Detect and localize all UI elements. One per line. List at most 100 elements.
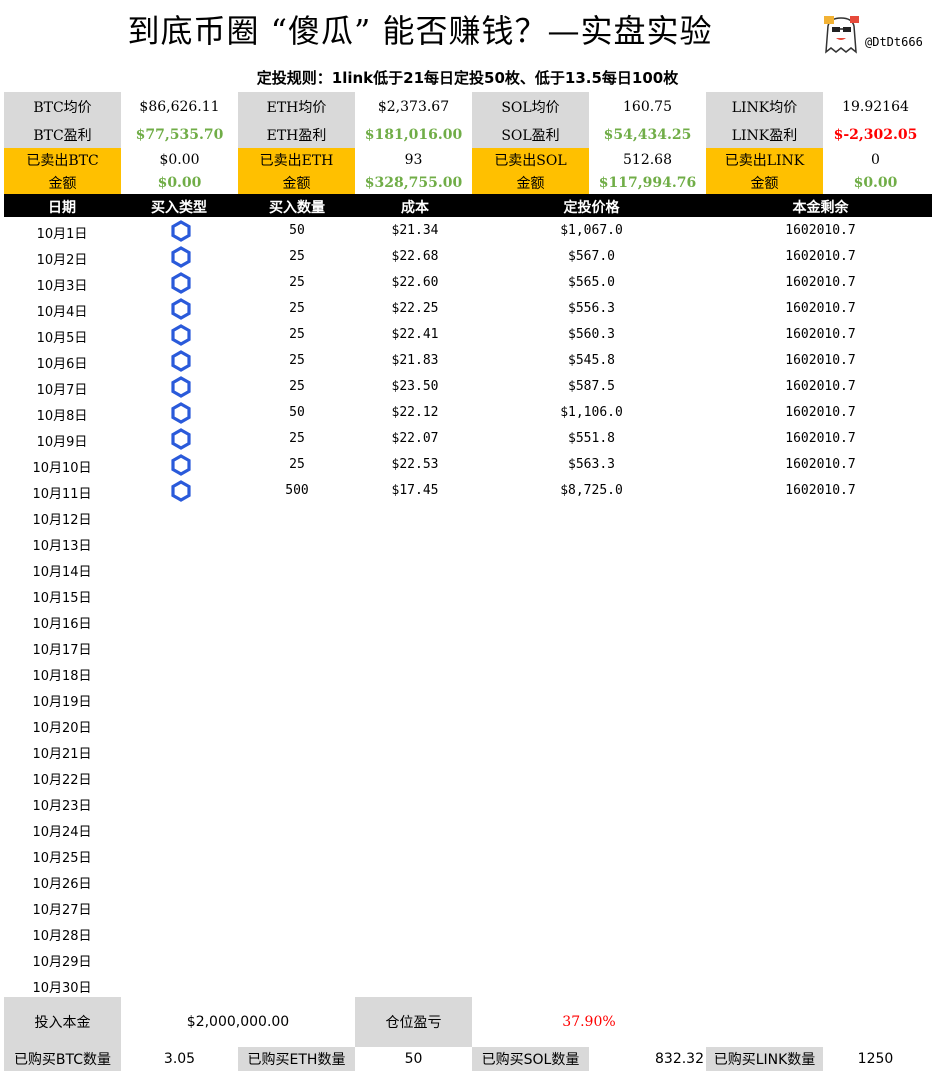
- eth-bought-label: 已购买ETH数量: [238, 1047, 355, 1071]
- eth-sold-value: 93: [404, 152, 423, 168]
- row-price: $560.3: [568, 327, 615, 342]
- table-row: 10月6日 25 $21.83 $545.8 1602010.7: [4, 348, 932, 374]
- sol-avg-value: 160.75: [623, 98, 672, 115]
- table-row: 10月2日 25 $22.68 $567.0 1602010.7: [4, 244, 932, 270]
- table-row: 10月25日: [4, 842, 932, 868]
- sol-avg-label: SOL均价: [472, 92, 589, 121]
- chainlink-icon: [171, 376, 191, 398]
- row-price: $551.8: [568, 431, 615, 446]
- sol-bought-value: 832.32: [655, 1051, 704, 1067]
- row-date: 10月13日: [32, 539, 92, 554]
- eth-amount-value: $328,755.00: [364, 175, 463, 191]
- row-qty: 25: [289, 249, 305, 264]
- header-date: 日期: [48, 200, 76, 216]
- row-date: 10月20日: [32, 721, 92, 736]
- purchased-table: 已购买BTC数量 3.05 已购买ETH数量 50 已购买SOL数量 832.3…: [4, 1047, 928, 1071]
- table-body: 10月1日 50 $21.34 $1,067.0 1602010.7 10月2日 25 $22…: [4, 218, 932, 998]
- link-sold-label: 已卖出LINK: [706, 148, 823, 172]
- row-price: $1,067.0: [560, 223, 623, 238]
- table-row: 10月20日: [4, 712, 932, 738]
- table-row: 10月26日: [4, 868, 932, 894]
- pnl-label: 仓位盈亏: [355, 997, 472, 1047]
- row-date: 10月19日: [32, 695, 92, 710]
- header-cost: 成本: [401, 200, 429, 216]
- stats-table: BTC均价 $86,626.11 ETH均价 $2,373.67 SOL均价 1…: [4, 92, 928, 194]
- sol-sold-label: 已卖出SOL: [472, 148, 589, 172]
- chainlink-icon: [171, 220, 191, 242]
- row-price: $563.3: [568, 457, 615, 472]
- row-price: $545.8: [568, 353, 615, 368]
- row-date: 10月4日: [36, 305, 88, 320]
- sol-profit-value: $54,434.25: [603, 126, 692, 143]
- btc-profit-value: $77,535.70: [135, 126, 224, 143]
- row-cost: $21.83: [391, 353, 439, 368]
- row-remaining: 1602010.7: [785, 327, 856, 342]
- table-row: 10月15日: [4, 582, 932, 608]
- sol-amount-value: $117,994.76: [598, 175, 697, 191]
- row-cost: $21.34: [391, 223, 439, 238]
- row-cost: $23.50: [391, 379, 439, 394]
- row-price: $565.0: [568, 275, 615, 290]
- row-date: 10月25日: [32, 851, 92, 866]
- header-remaining: 本金剩余: [792, 200, 849, 216]
- summary-table: 投入本金 $2,000,000.00 仓位盈亏 37.90%: [4, 997, 932, 1047]
- row-date: 10月14日: [32, 565, 92, 580]
- row-remaining: 1602010.7: [785, 301, 856, 316]
- row-qty: 25: [289, 457, 305, 472]
- sol-profit-label: SOL盈利: [472, 121, 589, 148]
- chainlink-icon: [171, 402, 191, 424]
- row-date: 10月5日: [36, 331, 88, 346]
- table-row: 10月8日 50 $22.12 $1,106.0 1602010.7: [4, 400, 932, 426]
- row-qty: 500: [285, 483, 309, 498]
- row-date: 10月24日: [32, 825, 92, 840]
- header-price: 定投价格: [563, 200, 620, 216]
- row-date: 10月2日: [36, 253, 88, 268]
- link-avg-value: 19.92164: [842, 98, 909, 115]
- eth-avg-value: $2,373.67: [377, 98, 450, 115]
- row-remaining: 1602010.7: [785, 457, 856, 472]
- sol-amount-label: 金额: [472, 172, 589, 194]
- row-date: 10月26日: [32, 877, 92, 892]
- header-qty: 买入数量: [269, 200, 325, 216]
- link-bought-label: 已购买LINK数量: [706, 1047, 823, 1071]
- row-qty: 25: [289, 379, 305, 394]
- table-row: 10月3日 25 $22.60 $565.0 1602010.7: [4, 270, 932, 296]
- btc-bought-label: 已购买BTC数量: [4, 1047, 121, 1071]
- row-date: 10月22日: [32, 773, 92, 788]
- row-remaining: 1602010.7: [785, 249, 856, 264]
- chainlink-icon: [171, 454, 191, 476]
- row-remaining: 1602010.7: [785, 483, 856, 498]
- pnl-value: 37.90%: [562, 1014, 616, 1030]
- row-date: 10月7日: [36, 383, 88, 398]
- chainlink-icon: [171, 298, 191, 320]
- row-qty: 25: [289, 275, 305, 290]
- row-cost: $22.41: [391, 327, 439, 342]
- chainlink-icon: [171, 272, 191, 294]
- row-date: 10月17日: [32, 643, 92, 658]
- table-row: 10月7日 25 $23.50 $587.5 1602010.7: [4, 374, 932, 400]
- row-price: $8,725.0: [560, 483, 623, 498]
- table-row: 10月17日: [4, 634, 932, 660]
- table-row: 10月4日 25 $22.25 $556.3 1602010.7: [4, 296, 932, 322]
- table-row: 10月12日: [4, 504, 932, 530]
- table-row: 10月14日: [4, 556, 932, 582]
- row-remaining: 1602010.7: [785, 379, 856, 394]
- btc-profit-label: BTC盈利: [4, 121, 121, 148]
- row-qty: 50: [289, 405, 305, 420]
- row-remaining: 1602010.7: [785, 431, 856, 446]
- table-row: 10月30日: [4, 972, 932, 998]
- btc-sold-label: 已卖出BTC: [4, 148, 121, 172]
- table-row: 10月28日: [4, 920, 932, 946]
- page-title: 到底币圈 “傻瓜” 能否赚钱？—实盘实验: [127, 12, 713, 50]
- row-qty: 25: [289, 327, 305, 342]
- table-row: 10月10日 25 $22.53 $563.3 1602010.7: [4, 452, 932, 478]
- link-bought-value: 1250: [857, 1051, 894, 1067]
- table-row: 10月29日: [4, 946, 932, 972]
- link-amount-value: $0.00: [853, 175, 898, 191]
- row-date: 10月10日: [32, 461, 92, 476]
- table-row: 10月23日: [4, 790, 932, 816]
- row-date: 10月21日: [32, 747, 92, 762]
- table-row: 10月18日: [4, 660, 932, 686]
- table-row: 10月21日: [4, 738, 932, 764]
- row-cost: $22.12: [391, 405, 439, 420]
